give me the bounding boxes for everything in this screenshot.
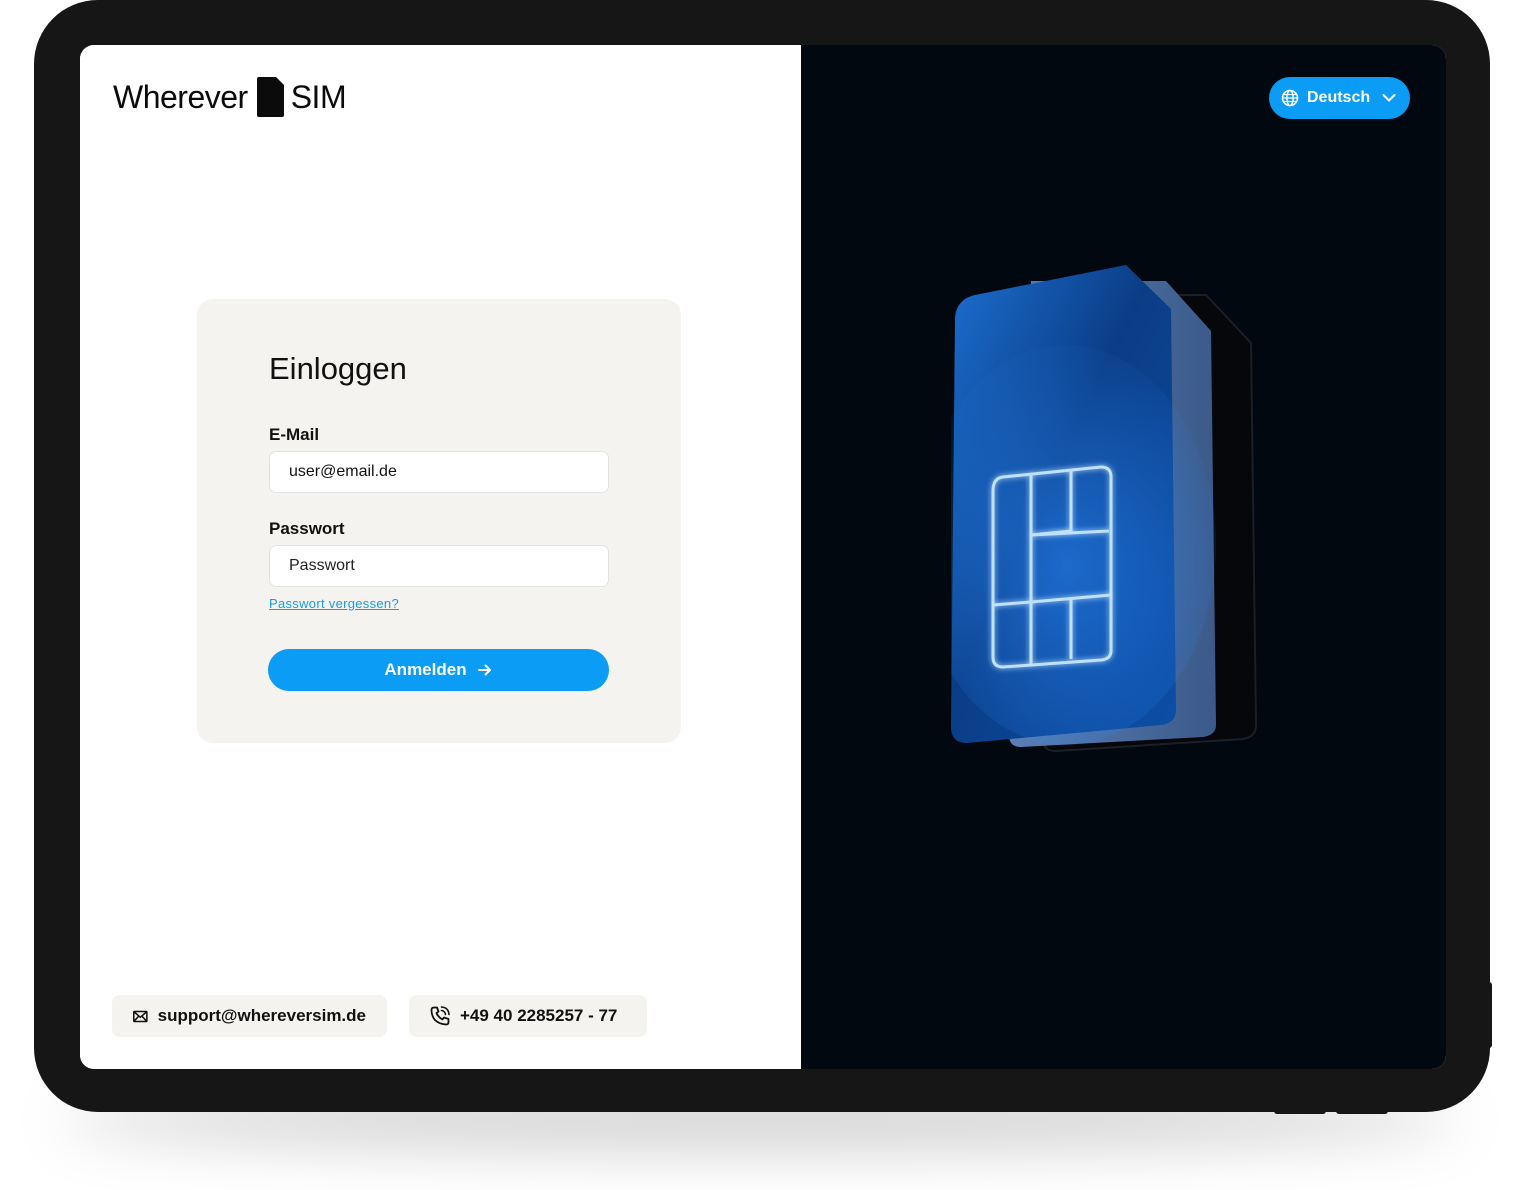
email-label: E-Mail bbox=[269, 425, 320, 444]
phone-call-icon bbox=[430, 1006, 450, 1026]
arrow-right-icon bbox=[477, 664, 491, 676]
chevron-down-icon bbox=[1382, 94, 1396, 102]
login-button-label: Anmelden bbox=[384, 660, 467, 679]
logo-text-right: SIM bbox=[290, 78, 347, 115]
tablet-side-button bbox=[1486, 982, 1492, 1048]
login-card: Einloggen E-Mail Passwort Passwort verge… bbox=[197, 299, 681, 743]
sim-card-icon bbox=[256, 77, 284, 117]
logo-text-left: Wherever bbox=[113, 78, 248, 115]
support-phone-chip[interactable]: +49 40 2285257 - 77 bbox=[409, 995, 647, 1037]
brand-logo[interactable]: Wherever SIM bbox=[113, 77, 347, 117]
language-selector[interactable]: Deutsch bbox=[1269, 77, 1410, 119]
hero-pane: Deutsch bbox=[801, 45, 1446, 1069]
password-field[interactable] bbox=[269, 545, 609, 587]
support-email-chip[interactable]: support@whereversim.de bbox=[112, 995, 387, 1037]
sim-card-illustration bbox=[951, 265, 1258, 753]
mail-icon bbox=[133, 1010, 148, 1022]
support-phone-text: +49 40 2285257 - 77 bbox=[460, 1006, 618, 1025]
page-title: Einloggen bbox=[269, 351, 407, 386]
password-label: Passwort bbox=[269, 519, 345, 538]
login-pane: Wherever SIM Einloggen E-Mail Passwort P… bbox=[80, 45, 801, 1069]
globe-icon bbox=[1281, 89, 1299, 107]
forgot-password-link[interactable]: Passwort vergessen? bbox=[269, 596, 399, 611]
tablet-bottom-button bbox=[1336, 1108, 1388, 1114]
tablet-screen: Wherever SIM Einloggen E-Mail Passwort P… bbox=[80, 45, 1446, 1069]
login-button[interactable]: Anmelden bbox=[268, 649, 609, 691]
language-label: Deutsch bbox=[1307, 89, 1371, 106]
email-field[interactable] bbox=[269, 451, 609, 493]
support-email-text: support@whereversim.de bbox=[157, 1006, 366, 1025]
tablet-bottom-button bbox=[1274, 1108, 1326, 1114]
